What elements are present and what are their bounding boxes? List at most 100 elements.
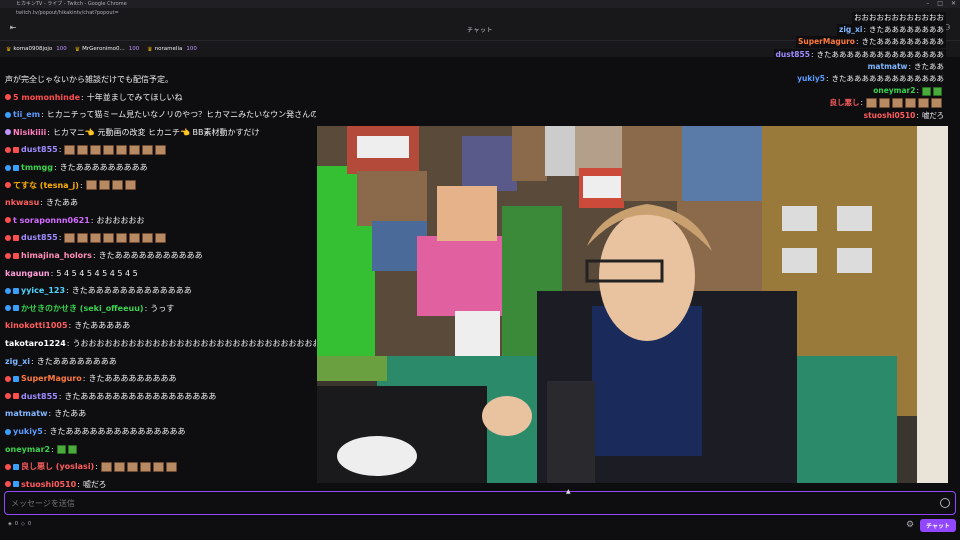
emote-icon[interactable] — [922, 86, 931, 96]
chat-username[interactable]: takotaro1224 — [5, 335, 66, 352]
chat-username[interactable]: てすな (tesna_j) — [13, 177, 79, 194]
user-badge-icon[interactable] — [13, 393, 19, 400]
chat-message[interactable]: Nisikiiii: ヒカマニ👈 元動画の改変 ヒカニチ👈 BB素材動かすだけ — [5, 124, 259, 141]
emote-icon[interactable] — [77, 232, 89, 243]
chat-username[interactable]: stuoshi0510 — [21, 476, 76, 489]
user-badge-icon[interactable] — [5, 428, 11, 435]
emote-icon[interactable] — [866, 98, 877, 109]
chat-username[interactable]: kaungaun — [5, 265, 50, 282]
user-badge-icon[interactable] — [5, 375, 11, 382]
chat-username[interactable]: 良し悪し (yoslasi) — [21, 458, 94, 475]
chat-username[interactable]: matmatw — [5, 405, 48, 422]
user-badge-icon[interactable] — [5, 393, 11, 400]
emote-icon[interactable] — [931, 98, 942, 109]
emote-icon[interactable] — [918, 98, 929, 109]
chat-send-button[interactable]: チャット — [920, 519, 956, 532]
user-badge-icon[interactable] — [13, 164, 19, 171]
chat-username[interactable]: oneymar2 — [5, 441, 50, 458]
bits-entry[interactable]: ♛ koma0908jojo 100 — [6, 46, 67, 53]
overlay-message[interactable]: zig_xi: きたああああああああ — [837, 24, 946, 37]
user-badge-icon[interactable] — [13, 481, 19, 488]
user-badge-icon[interactable] — [5, 146, 11, 153]
overlay-message[interactable]: stuoshi0510: 嘘だろ — [861, 109, 946, 122]
user-badge-icon[interactable] — [5, 129, 11, 136]
chat-message[interactable]: kaungaun:5 4 5 4 5 4 5 4 5 4 5 — [5, 265, 138, 282]
emote-icon[interactable] — [892, 98, 903, 109]
chat-username[interactable]: oneymar2 — [873, 85, 915, 97]
chat-message[interactable]: SuperMaguro: きたあああああああああ — [5, 370, 176, 387]
chat-list[interactable]: 声が完全じゃないから雑談だけでも配信予定。 5 momonhinde: 十年並ましで… — [0, 57, 316, 489]
user-badge-icon[interactable] — [13, 375, 19, 382]
chat-username[interactable]: dust855 — [21, 388, 58, 405]
emote-icon[interactable] — [103, 232, 115, 243]
emote-icon[interactable] — [90, 232, 102, 243]
emote-icon[interactable] — [85, 180, 97, 191]
chat-message[interactable]: himajina_holors: きたあああああああああああ — [5, 247, 203, 264]
emote-icon[interactable] — [116, 232, 128, 243]
bits-entry[interactable]: ♛ MrGeronimo0... 100 — [75, 46, 140, 53]
collapse-icon[interactable]: ⇤ — [8, 23, 18, 33]
emote-icon[interactable] — [124, 180, 136, 191]
chat-username[interactable]: dust855 — [21, 141, 58, 158]
user-badge-icon[interactable] — [13, 252, 19, 259]
chat-message[interactable]: tmmgg: きたあああああああああ — [5, 159, 148, 176]
user-badge-icon[interactable] — [13, 305, 19, 312]
chat-username[interactable]: nkwasu — [5, 194, 39, 211]
chat-message[interactable]: zig_xi: きたああああああああ — [5, 353, 117, 370]
chat-username[interactable]: dust855 — [776, 49, 810, 61]
user-badge-icon[interactable] — [5, 463, 11, 470]
user-badge-icon[interactable] — [5, 287, 11, 294]
emote-icon[interactable] — [100, 461, 112, 472]
chat-username[interactable]: tmmgg — [21, 159, 53, 176]
emote-icon[interactable] — [155, 144, 167, 155]
chat-username[interactable]: matmatw — [868, 61, 908, 73]
user-badge-icon[interactable] — [13, 146, 19, 153]
emote-icon[interactable] — [111, 180, 123, 191]
gear-icon[interactable]: ⚙ — [906, 520, 916, 530]
emote-icon[interactable] — [139, 461, 151, 472]
chat-message[interactable]: 5 momonhinde: 十年並ましでみてほしいね — [5, 89, 182, 106]
emote-icon[interactable] — [129, 144, 141, 155]
chat-username[interactable]: yukiy5 — [13, 423, 43, 440]
emote-icon[interactable] — [933, 86, 942, 96]
user-badge-icon[interactable] — [5, 164, 11, 171]
chat-message[interactable]: kinokotti1005: きたあああああ — [5, 317, 130, 334]
chat-username[interactable]: tii_em — [13, 106, 40, 123]
emote-icon[interactable] — [113, 461, 125, 472]
chat-username[interactable]: yyice_123 — [21, 282, 65, 299]
emote-icon[interactable] — [116, 144, 128, 155]
chat-message[interactable]: dust855: — [5, 229, 168, 246]
overlay-message[interactable]: 良し悪し: — [827, 97, 946, 110]
chat-message[interactable]: oneymar2: — [5, 441, 79, 458]
chat-username[interactable]: SuperMaguro — [21, 370, 82, 387]
channel-points[interactable]: ◈ 0 ◇ 0 — [8, 521, 31, 527]
overlay-message[interactable]: SuperMaguro: きたあああああああああ — [795, 36, 946, 49]
user-badge-icon[interactable] — [5, 234, 11, 241]
emote-icon[interactable] — [126, 461, 138, 472]
chat-message[interactable]: yukiy5: きたあああああああああああああああ — [5, 423, 185, 440]
chat-message[interactable]: t soraponnn0621: おおおおおお — [5, 212, 145, 229]
bits-entry[interactable]: ♛ noramelia 100 — [147, 46, 197, 53]
chat-username[interactable]: t soraponnn0621 — [13, 212, 90, 229]
stream-video[interactable] — [317, 126, 948, 483]
emote-icon[interactable] — [56, 444, 66, 454]
chat-message[interactable]: stuoshi0510: 嘘だろ — [5, 476, 106, 489]
user-badge-icon[interactable] — [5, 217, 11, 224]
user-badge-icon[interactable] — [13, 463, 19, 470]
emote-icon[interactable] — [64, 144, 76, 155]
emote-icon[interactable] — [142, 232, 154, 243]
user-badge-icon[interactable] — [5, 182, 11, 189]
chat-username[interactable]: stuoshi0510 — [864, 110, 916, 122]
user-badge-icon[interactable] — [5, 111, 11, 118]
emote-icon[interactable] — [165, 461, 177, 472]
emote-icon[interactable] — [64, 232, 76, 243]
emote-icon[interactable] — [98, 180, 110, 191]
chat-message[interactable]: tii_em: ヒカニチって猫ミーム見たいなノリのやつ？ヒカマニみたいなウン発さん… — [5, 106, 316, 123]
user-badge-icon[interactable] — [13, 234, 19, 241]
chat-message[interactable]: てすな (tesna_j): — [5, 177, 138, 194]
chat-message[interactable]: かせきのかせき (seki_offeeuu): うっす — [5, 300, 174, 317]
emote-icon[interactable] — [103, 144, 115, 155]
emote-icon[interactable] — [142, 144, 154, 155]
user-badge-icon[interactable] — [5, 481, 11, 488]
overlay-message[interactable]: おおおおおおおおおおおお — [852, 12, 946, 24]
